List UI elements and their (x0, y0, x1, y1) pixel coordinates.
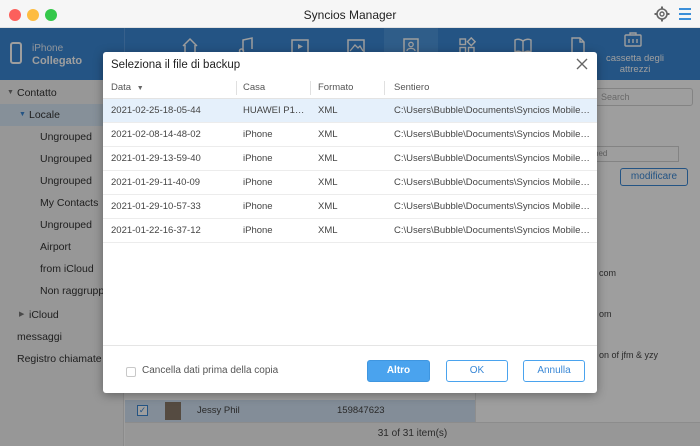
cell-formato: XML (318, 129, 338, 140)
cell-formato: XML (318, 177, 338, 188)
column-header-formato[interactable]: Formato (318, 77, 353, 99)
cell-casa: iPhone (243, 201, 273, 212)
cell-data: 2021-01-22-16-37-12 (111, 225, 201, 236)
cell-casa: HUAWEI P10 ... (243, 105, 309, 116)
cell-data: 2021-02-25-18-05-44 (111, 105, 201, 116)
table-row[interactable]: 2021-01-22-16-37-12 iPhone XML C:\Users\… (103, 219, 597, 243)
cell-sentiero: C:\Users\Bubble\Documents\Syncios Mobile… (394, 129, 592, 140)
backup-file-dialog: Seleziona il file di backup Data ▼ Casa … (103, 52, 597, 393)
cell-formato: XML (318, 153, 338, 164)
table-row[interactable]: 2021-02-08-14-48-02 iPhone XML C:\Users\… (103, 123, 597, 147)
cell-data: 2021-01-29-10-57-33 (111, 201, 201, 212)
cell-formato: XML (318, 105, 338, 116)
cell-data: 2021-01-29-13-59-40 (111, 153, 201, 164)
cell-data: 2021-02-08-14-48-02 (111, 129, 201, 140)
column-divider (310, 81, 311, 95)
clear-data-label[interactable]: Cancella dati prima della copia (142, 365, 278, 376)
cell-sentiero: C:\Users\Bubble\Documents\Syncios Mobile… (394, 225, 592, 236)
column-header-data[interactable]: Data ▼ (111, 77, 144, 99)
cell-casa: iPhone (243, 225, 273, 236)
dialog-title: Seleziona il file di backup (111, 59, 241, 71)
column-header-sentiero[interactable]: Sentiero (394, 77, 429, 99)
ok-button[interactable]: OK (446, 360, 508, 382)
gear-icon[interactable] (654, 6, 670, 22)
cell-casa: iPhone (243, 153, 273, 164)
table-header: Data ▼ Casa Formato Sentiero (103, 77, 597, 99)
cell-sentiero: C:\Users\Bubble\Documents\Syncios Mobile… (394, 201, 592, 212)
cell-casa: iPhone (243, 177, 273, 188)
clear-data-checkbox[interactable] (126, 367, 136, 377)
column-divider (236, 81, 237, 95)
app-title: Syncios Manager (303, 8, 397, 22)
cancel-button[interactable]: Annulla (523, 360, 585, 382)
column-header-casa[interactable]: Casa (243, 77, 265, 99)
cell-sentiero: C:\Users\Bubble\Documents\Syncios Mobile… (394, 105, 592, 116)
cell-sentiero: C:\Users\Bubble\Documents\Syncios Mobile… (394, 153, 592, 164)
column-label: Data (111, 82, 132, 93)
close-icon[interactable] (576, 58, 588, 70)
table-row[interactable]: 2021-01-29-13-59-40 iPhone XML C:\Users\… (103, 147, 597, 171)
cell-formato: XML (318, 225, 338, 236)
cell-sentiero: C:\Users\Bubble\Documents\Syncios Mobile… (394, 177, 592, 188)
title-bar: Syncios Manager (0, 0, 700, 28)
altro-button[interactable]: Altro (367, 360, 430, 382)
column-divider (384, 81, 385, 95)
dialog-footer-divider (103, 345, 597, 346)
sort-desc-icon: ▼ (136, 85, 144, 92)
cell-formato: XML (318, 201, 338, 212)
menu-icon[interactable] (679, 8, 691, 20)
cell-casa: iPhone (243, 129, 273, 140)
table-row[interactable]: 2021-01-29-10-57-33 iPhone XML C:\Users\… (103, 195, 597, 219)
cell-data: 2021-01-29-11-40-09 (111, 177, 201, 188)
table-row[interactable]: 2021-02-25-18-05-44 HUAWEI P10 ... XML C… (103, 99, 597, 123)
table-row[interactable]: 2021-01-29-11-40-09 iPhone XML C:\Users\… (103, 171, 597, 195)
